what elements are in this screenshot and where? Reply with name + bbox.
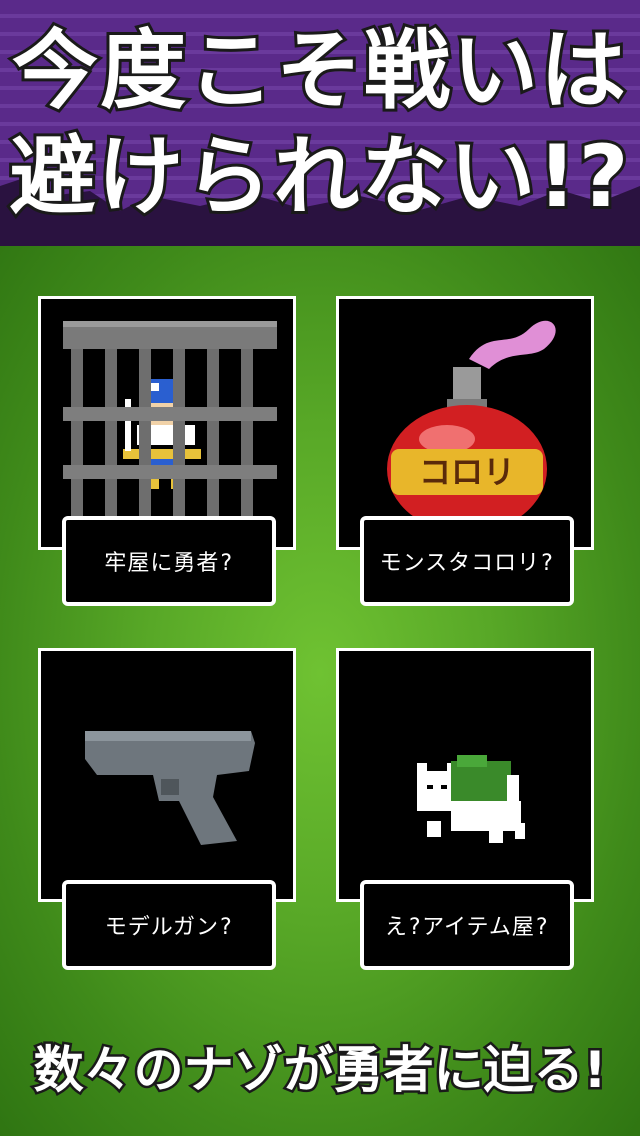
footer-tagline: 数々のナゾが勇者に迫る! <box>31 1039 609 1102</box>
poison-bottle-icon: コロリ <box>387 320 556 533</box>
headline-line-2: 避けられない!? <box>6 127 631 227</box>
model-gun-icon <box>85 731 255 845</box>
card-label-item-shop: え?アイテム屋? <box>360 880 574 970</box>
headline-line-1: 今度こそ戦いは <box>9 21 629 121</box>
card-label-caged-hero: 牢屋に勇者? <box>62 516 276 606</box>
card-label-poison-bottle: モンスタコロリ? <box>360 516 574 606</box>
caged-hero-icon <box>63 321 277 547</box>
card-poison-bottle: コロリ <box>336 296 594 550</box>
card-label-model-gun: モデルガン? <box>62 880 276 970</box>
cat-with-sack-icon <box>417 755 525 843</box>
card-cat-item-shop <box>336 648 594 902</box>
card-caged-hero <box>38 296 296 550</box>
card-model-gun <box>38 648 296 902</box>
bottle-label-text: コロリ <box>419 453 515 491</box>
promo-header: 今度こそ戦いは 避けられない!? <box>0 0 640 246</box>
